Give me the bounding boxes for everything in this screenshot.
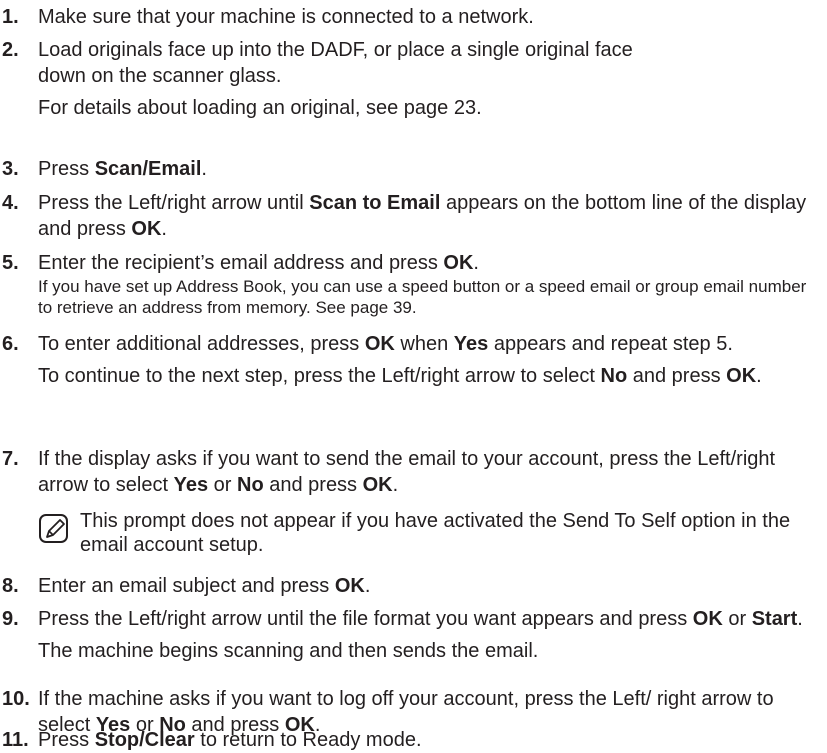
- instruction-page: 1. Make sure that your machine is connec…: [0, 0, 827, 753]
- step-number: 3.: [2, 158, 19, 180]
- step-number: 11.: [2, 729, 29, 751]
- step-number: 2.: [2, 39, 19, 61]
- step-text: Make sure that your machine is connected…: [38, 6, 534, 28]
- step-text-line2: down on the scanner glass.: [38, 65, 282, 87]
- step-2: 2. Load originals face up into the DADF,…: [0, 37, 820, 121]
- step-1: 1. Make sure that your machine is connec…: [0, 4, 820, 30]
- step-small-note: If you have set up Address Book, you can…: [38, 277, 807, 317]
- step-text-continue: To continue to the next step, press the …: [38, 365, 762, 387]
- note-box: This prompt does not appear if you have …: [38, 509, 798, 557]
- step-text: Enter an email subject and press OK.: [38, 575, 371, 597]
- step-11: 11. Press Stop/Clear to return to Ready …: [0, 727, 820, 753]
- step-number: 1.: [2, 6, 19, 28]
- step-9: 9. Press the Left/right arrow until the …: [0, 606, 820, 664]
- step-number: 5.: [2, 252, 19, 274]
- step-extra: For details about loading an original, s…: [38, 97, 482, 119]
- step-text: Press the Left/right arrow until the fil…: [38, 608, 803, 630]
- step-number: 9.: [2, 608, 19, 630]
- step-4: 4. Press the Left/right arrow until Scan…: [0, 190, 820, 242]
- step-text: Press Stop/Clear to return to Ready mode…: [38, 729, 422, 751]
- step-text: Press the Left/right arrow until Scan to…: [38, 192, 807, 240]
- step-6: 6. To enter additional addresses, press …: [0, 331, 820, 389]
- step-number: 8.: [2, 575, 19, 597]
- step-text: To enter additional addresses, press OK …: [38, 333, 733, 355]
- step-text-line1: Load originals face up into the DADF, or…: [38, 39, 633, 61]
- step-5: 5. Enter the recipient’s email address a…: [0, 250, 820, 318]
- step-number: 10.: [2, 688, 30, 710]
- step-text: Press Scan/Email.: [38, 158, 207, 180]
- step-number: 6.: [2, 333, 19, 355]
- step-number: 7.: [2, 448, 19, 470]
- step-8: 8. Enter an email subject and press OK.: [0, 573, 820, 599]
- step-extra: The machine begins scanning and then sen…: [38, 640, 539, 662]
- note-text: This prompt does not appear if you have …: [80, 510, 791, 556]
- note-pencil-icon: [39, 514, 68, 543]
- step-7: 7. If the display asks if you want to se…: [0, 446, 820, 498]
- step-3: 3. Press Scan/Email.: [0, 156, 820, 182]
- step-text: Enter the recipient’s email address and …: [38, 252, 479, 274]
- step-text: If the display asks if you want to send …: [38, 448, 776, 496]
- step-number: 4.: [2, 192, 19, 214]
